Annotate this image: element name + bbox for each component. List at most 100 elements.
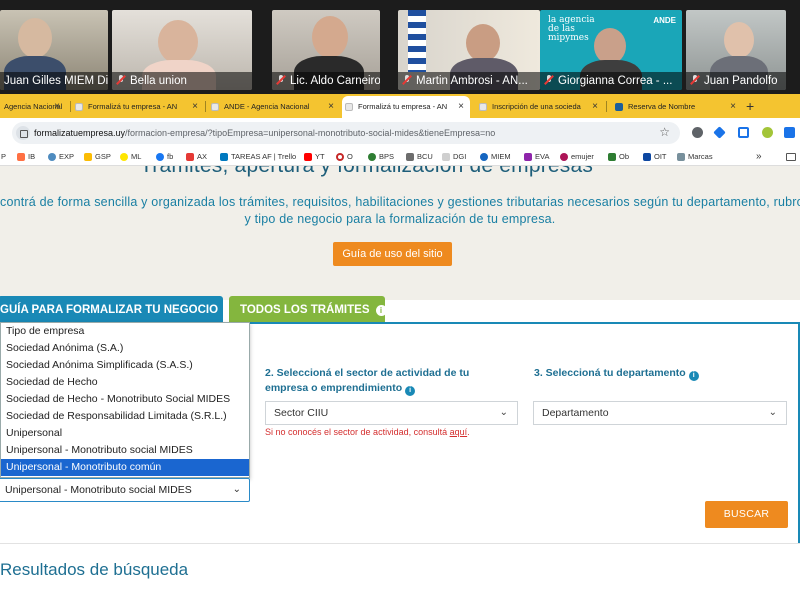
info-icon[interactable]: i [688,371,699,381]
bookmark-item[interactable]: OIT [643,148,667,166]
company-type-select[interactable]: Unipersonal - Monotributo social MIDES ⌄ [0,478,250,502]
tab-close-icon[interactable]: × [730,96,736,118]
muted-mic-icon [690,75,700,85]
url-text[interactable]: formalizatuempresa.uy/formacion-empresa/… [34,122,495,144]
bookmark-item[interactable]: GSP [84,148,111,166]
new-tab-button[interactable]: + [746,96,754,116]
bookmark-item[interactable]: emujer [560,148,594,166]
bookmark-item[interactable]: AX [186,148,207,166]
bookmark-item[interactable]: BPS [368,148,394,166]
bookmark-item[interactable]: MIEM [480,148,511,166]
bookmark-item[interactable]: EVA [524,148,549,166]
chevron-down-icon: ⌄ [768,407,777,418]
info-icon[interactable]: i [405,386,416,396]
folder-icon[interactable] [786,153,796,161]
divider [0,543,800,544]
dropdown-option[interactable]: Tipo de empresa [1,323,249,340]
bookmark-item[interactable]: DGI [442,148,466,166]
bookmark-item[interactable]: YT [304,148,325,166]
dropdown-option[interactable]: Sociedad de Hecho - Monotributo Social M… [1,391,249,408]
address-bar[interactable]: formalizatuempresa.uy/formacion-empresa/… [12,122,680,144]
browser-tab-bar: Agencia Nacional × Formalizá tu empresa … [0,94,800,118]
muted-mic-icon [544,75,554,85]
dropdown-option-highlighted[interactable]: Unipersonal - Monotributo común [1,459,249,476]
muted-mic-icon [276,75,286,85]
tab-all-procedures[interactable]: TODOS LOS TRÁMITES i [229,296,387,324]
dropdown-option[interactable]: Unipersonal [1,425,249,442]
bookmark-item[interactable]: P [0,148,6,166]
muted-mic-icon [116,75,126,85]
participant-tile[interactable]: Juan Pandolfo [686,10,786,90]
tab-close-icon[interactable]: × [458,96,464,118]
bookmark-star-icon[interactable]: ☆ [659,125,670,139]
extension-icon[interactable] [762,127,773,138]
participant-name: Juan Pandolfo [704,75,778,87]
dropdown-option[interactable]: Unipersonal - Monotributo social MIDES [1,442,249,459]
docs-extension-icon[interactable] [738,127,749,138]
participant-tile[interactable]: Juan Gilles MIEM Din... [0,10,108,90]
tab-close-icon[interactable]: × [54,96,60,118]
browser-toolbar: formalizatuempresa.uy/formacion-empresa/… [0,118,800,148]
sector-step-label: 2. Seleccioná el sector de actividad de … [265,367,470,396]
tab-label: GUÍA PARA FORMALIZAR TU NEGOCIO [0,304,219,316]
participant-name: Juan Gilles MIEM Din... [0,72,108,90]
ande-favicon-icon [345,103,353,111]
browser-tab[interactable]: Inscripción de una socieda × [476,96,604,118]
browser-tab[interactable]: Agencia Nacional × [0,96,66,118]
browser-tab[interactable]: Formalizá tu empresa - AN × [72,96,204,118]
bookmark-item[interactable]: IB [17,148,35,166]
bookmark-item[interactable]: ML [120,148,141,166]
tab-close-icon[interactable]: × [592,96,598,118]
dropdown-option[interactable]: Sociedad Anónima Simplificada (S.A.S.) [1,357,249,374]
bookmark-item[interactable]: fb [156,148,173,166]
bookmarks-overflow-icon[interactable]: » [756,148,762,166]
site-guide-button[interactable]: Guía de uso del sitio [333,242,452,266]
page-title: Trámites, apertura y formalización de em… [140,166,593,178]
department-step-label: 3. Seleccioná tu departamento i [534,366,699,381]
results-heading: Resultados de búsqueda [0,560,189,579]
participant-name: Bella union [130,75,187,87]
video-call-strip: Juan Gilles MIEM Din... Bella union Lic.… [0,0,800,94]
company-type-dropdown-list: Tipo de empresa Sociedad Anónima (S.A.) … [0,322,250,478]
ciiu-help-text: Si no conocés el sector de actividad, co… [265,427,470,437]
dropdown-option[interactable]: Sociedad de Responsabilidad Limitada (S.… [1,408,249,425]
info-icon[interactable]: i [375,305,387,316]
chevron-down-icon: ⌄ [232,484,241,495]
tab-close-icon[interactable]: × [328,96,334,118]
participant-name: Lic. Aldo Carneiro [290,75,380,87]
bookmark-item[interactable]: O [336,148,353,166]
participant-tile[interactable]: Martin Ambrosi - AN... [398,10,540,90]
search-button[interactable]: BUSCAR [705,501,788,528]
ande-favicon-icon [75,103,83,111]
participant-tile[interactable]: la agencia de las mipymes ANDE Giorgiann… [540,10,682,90]
dgi-favicon-icon [615,103,623,111]
bookmark-item[interactable]: EXP [48,148,74,166]
participant-name: Giorgianna Correa - ... [558,75,673,87]
chevron-down-icon: ⌄ [499,407,508,418]
extension-icon[interactable] [784,127,795,138]
site-info-icon[interactable] [16,126,30,140]
browser-tab-active[interactable]: Formalizá tu empresa - AN × [342,96,470,118]
hero-section: Trámites, apertura y formalización de em… [0,166,800,300]
tab-formalization-guide[interactable]: GUÍA PARA FORMALIZAR TU NEGOCIOi [0,296,236,324]
ande-favicon-icon [479,103,487,111]
tab-close-icon[interactable]: × [192,96,198,118]
dropdown-option[interactable]: Sociedad de Hecho [1,374,249,391]
bookmark-item[interactable]: Marcas [677,148,713,166]
browser-tab[interactable]: ANDE - Agencia Nacional × [208,96,340,118]
participant-tile[interactable]: Lic. Aldo Carneiro [272,10,380,90]
sector-ciiu-select[interactable]: Sector CIIU ⌄ [265,401,518,425]
department-select[interactable]: Departamento ⌄ [533,401,787,425]
participant-tile[interactable]: Bella union [112,10,252,90]
bookmarks-bar: P IB EXP GSP ML fb AX TAREAS AF | Trello… [0,148,800,166]
tab-label: Reserva de Nombre [628,102,696,111]
bookmark-item[interactable]: TAREAS AF | Trello [220,148,296,166]
extension-icon[interactable] [692,127,703,138]
dropdown-option[interactable]: Sociedad Anónima (S.A.) [1,340,249,357]
browser-tab[interactable]: Reserva de Nombre × [612,96,742,118]
bookmark-item[interactable]: Ob [608,148,629,166]
ciiu-help-link[interactable]: aquí [450,427,468,437]
bookmark-item[interactable]: BCU [406,148,433,166]
extension-icon[interactable] [713,126,726,139]
hero-description-line1: contrá de forma sencilla y organizada lo… [0,195,800,209]
